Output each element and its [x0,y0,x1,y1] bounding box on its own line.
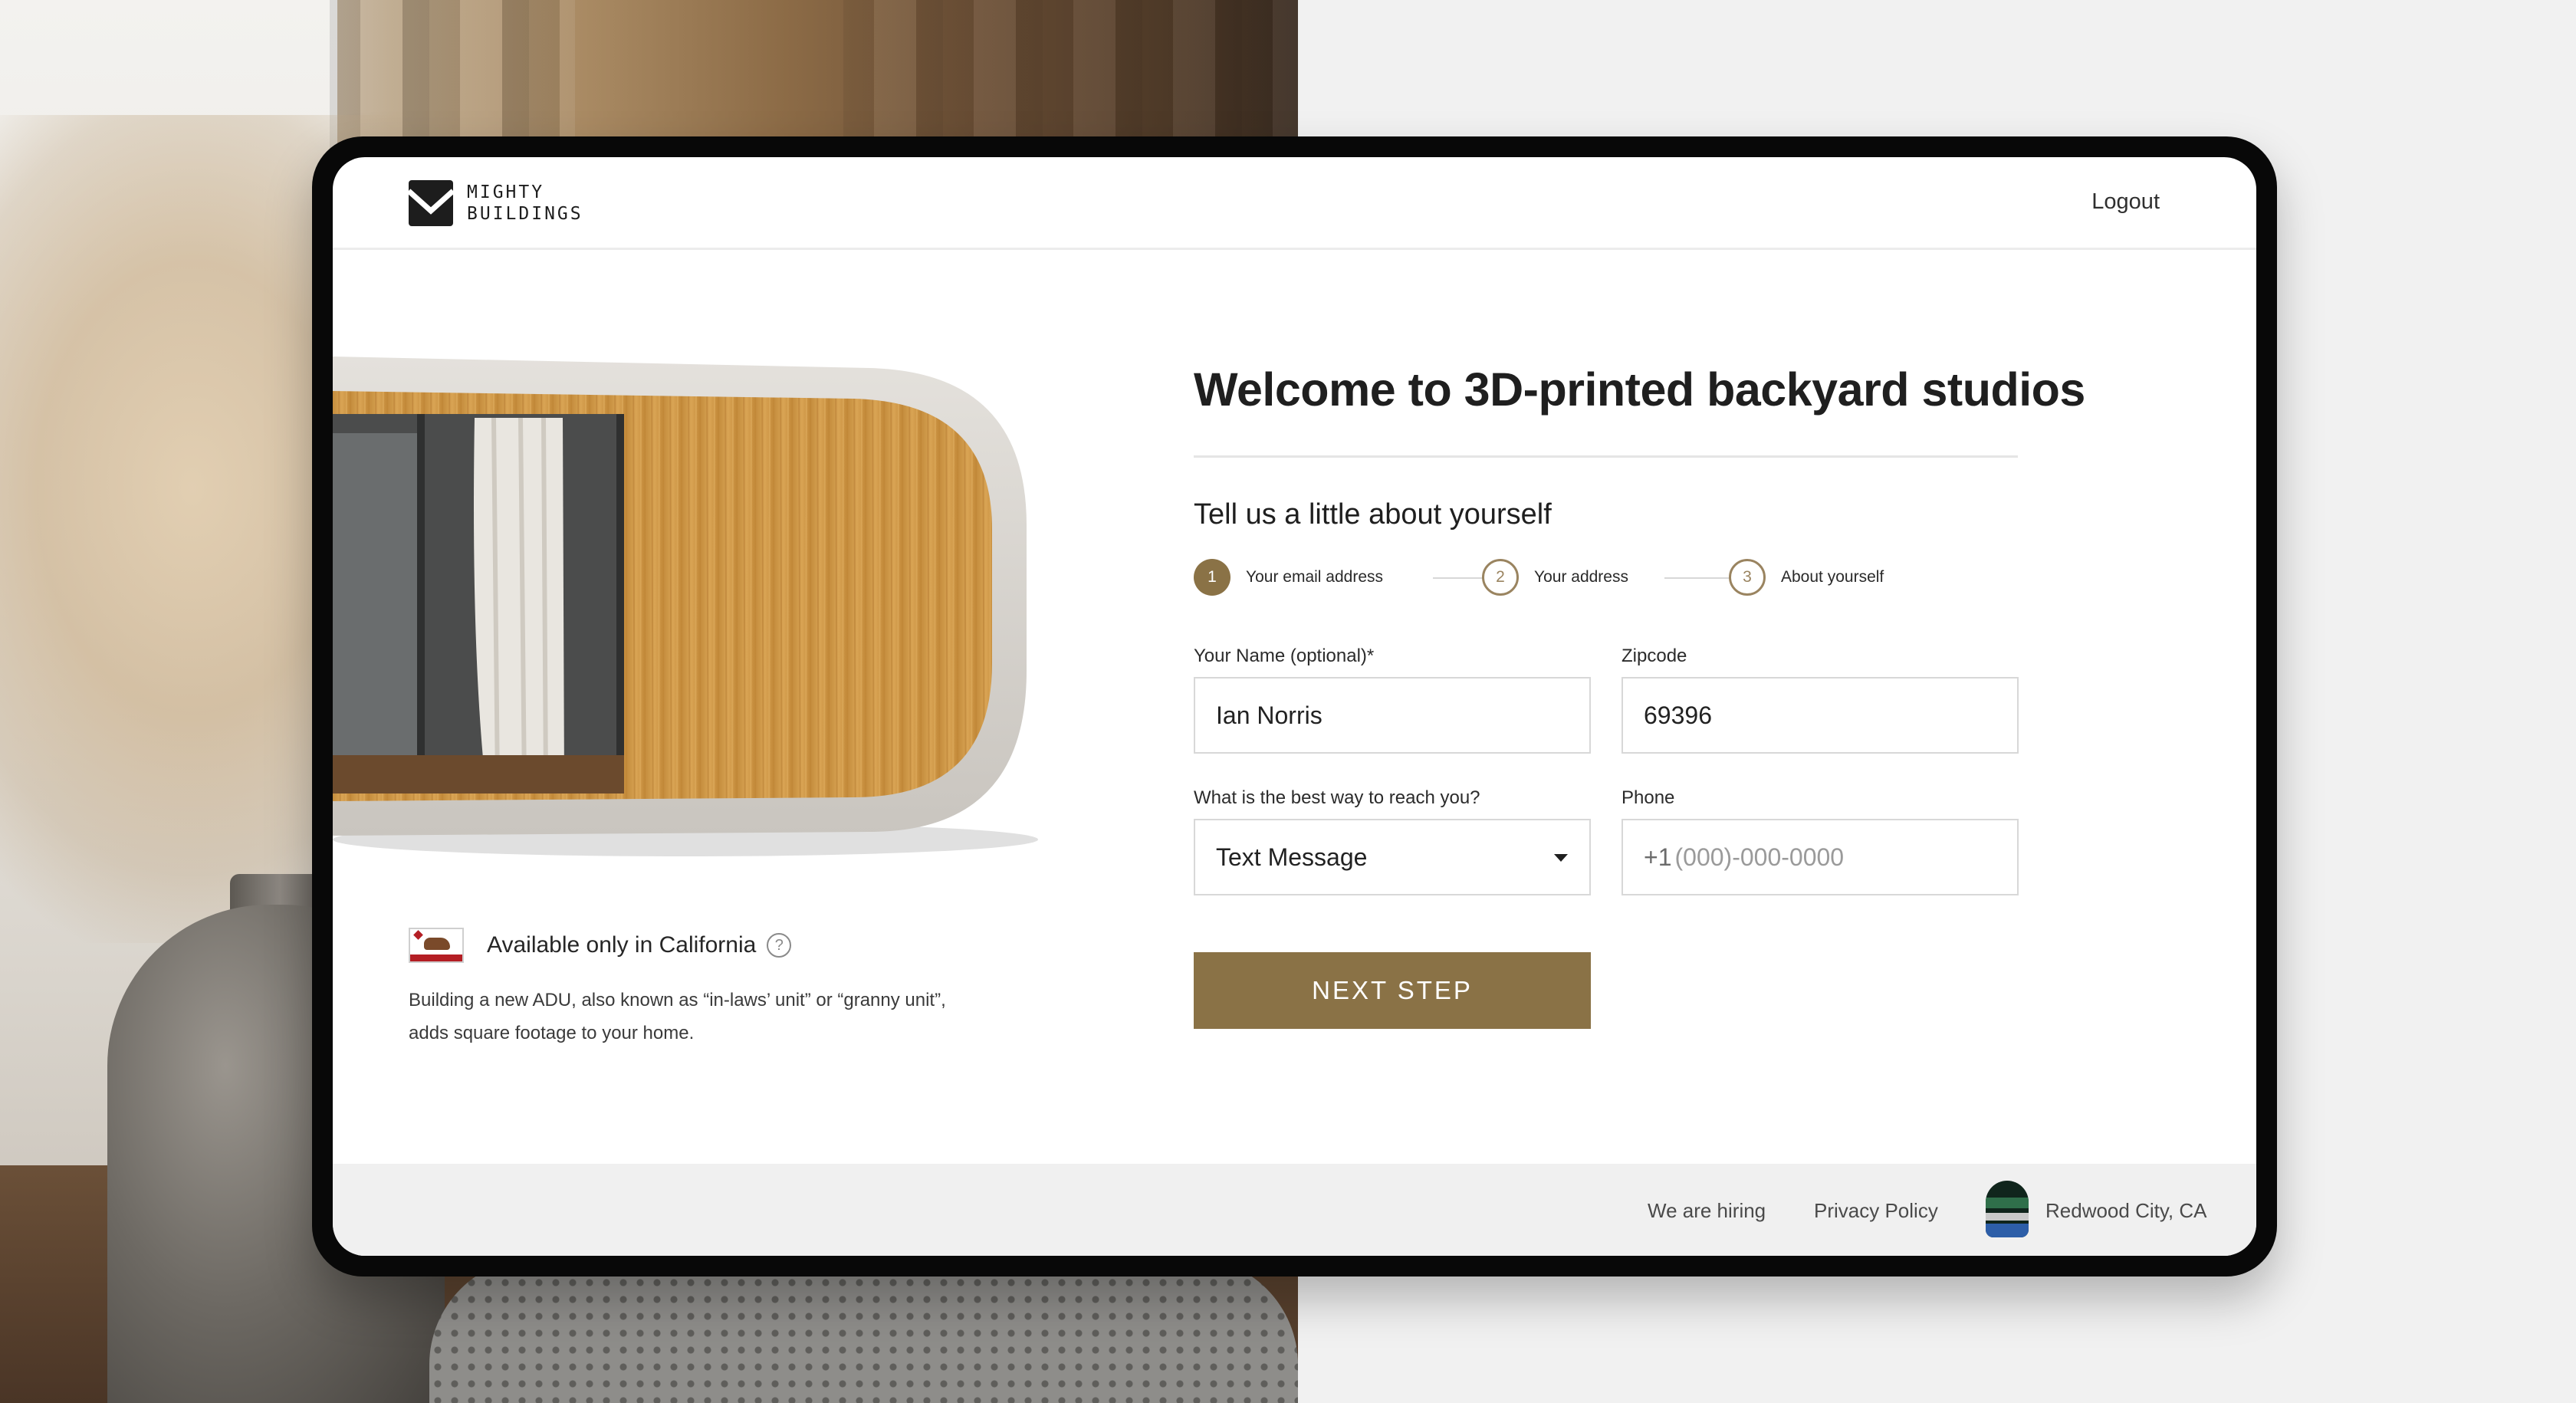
step-about: 3 About yourself [1729,559,1884,596]
next-step-button[interactable]: NEXT STEP [1194,952,1591,1029]
app-screen: MIGHTY BUILDINGS Logout Available only i… [333,157,2256,1256]
title-divider [1194,455,2018,458]
step-number-1: 1 [1194,559,1230,596]
step-indicator: 1 Your email address 2 Your address 3 Ab… [1194,559,2037,599]
location-text: Redwood City, CA [2045,1199,2207,1222]
name-value: Ian Norris [1216,701,1322,729]
woven-stool [429,1257,1298,1403]
help-icon[interactable]: ? [767,933,792,958]
city-badge-icon [1986,1181,2029,1237]
contact-method-select[interactable]: Text Message [1194,819,1591,895]
hiring-link[interactable]: We are hiring [1648,1199,1766,1223]
availability-note: Available only in California ? [409,928,792,963]
step-label-address: Your address [1534,568,1628,586]
availability-text: Available only in California [487,932,757,958]
name-label: Your Name (optional)* [1194,646,1375,666]
page-title: Welcome to 3D-printed backyard studios [1194,363,2085,416]
step-address: 2 Your address [1482,559,1628,596]
phone-country-code: +1 [1644,843,1672,871]
contact-method-label: What is the best way to reach you? [1194,787,1480,808]
zipcode-value: 69396 [1644,701,1712,729]
step-label-email: Your email address [1246,568,1383,586]
form-subtitle: Tell us a little about yourself [1194,498,1552,531]
step-number-3: 3 [1729,559,1766,596]
phone-label: Phone [1622,787,1675,808]
chevron-down-icon [1554,854,1568,862]
phone-placeholder: (000)-000-0000 [1674,843,1845,871]
site-footer: We are hiring Privacy Policy Redwood Cit… [333,1164,2256,1256]
privacy-policy-link[interactable]: Privacy Policy [1814,1199,1938,1223]
site-header: MIGHTY BUILDINGS Logout [333,157,2256,250]
zipcode-label: Zipcode [1622,646,1687,666]
logout-link[interactable]: Logout [2091,189,2160,215]
studio-render-image [333,356,1038,856]
step-number-2: 2 [1482,559,1519,596]
brand-logo[interactable]: MIGHTY BUILDINGS [409,180,583,226]
zipcode-input[interactable]: 69396 [1622,677,2019,754]
name-input[interactable]: Ian Norris [1194,677,1591,754]
tablet-frame: MIGHTY BUILDINGS Logout Available only i… [312,136,2277,1276]
step-email: 1 Your email address [1194,559,1383,596]
phone-input[interactable]: +1 (000)-000-0000 [1622,819,2019,895]
logo-text: MIGHTY BUILDINGS [467,182,583,224]
logo-icon [409,180,453,226]
step-label-about: About yourself [1781,568,1884,586]
contact-method-value: Text Message [1216,843,1368,871]
california-flag-icon [409,928,464,963]
adu-description: Building a new ADU, also known as “in-la… [409,990,946,1043]
